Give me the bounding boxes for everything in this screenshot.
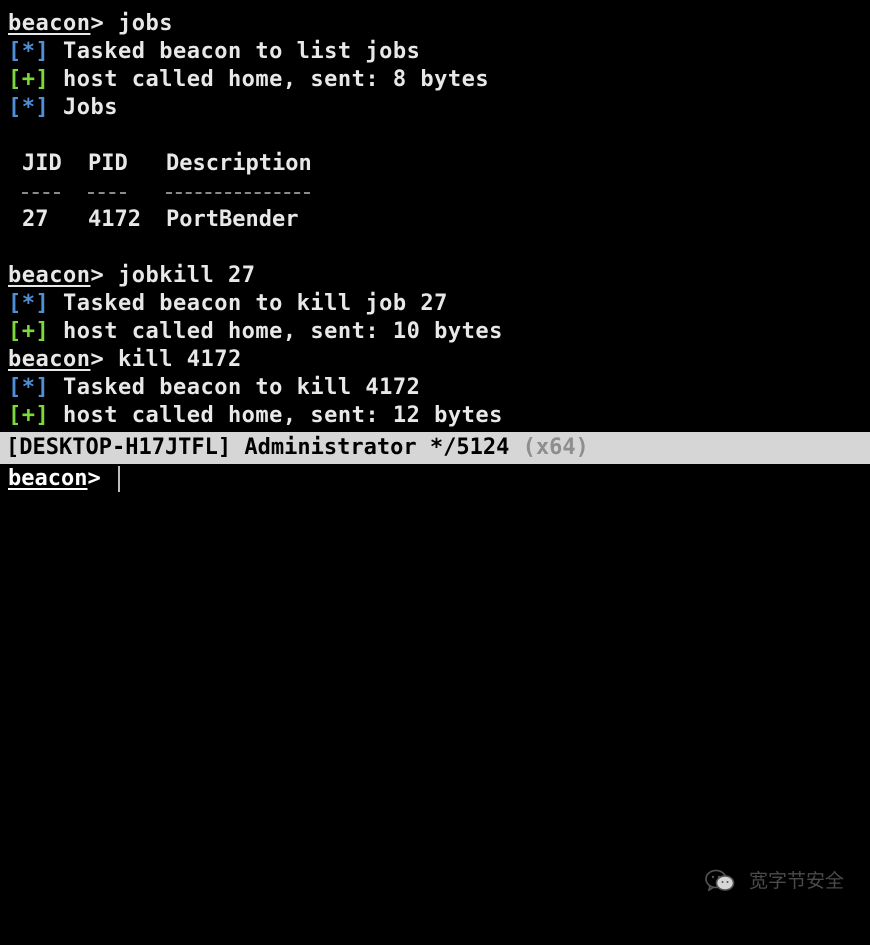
table-cell-jid: 27 bbox=[22, 207, 49, 232]
watermark: 宽字节安全 bbox=[704, 868, 844, 894]
info-tag: [*] bbox=[8, 291, 50, 316]
prompt-suffix: > bbox=[90, 11, 105, 36]
output-line: [*] Tasked beacon to kill job 27 bbox=[8, 290, 448, 318]
table-header-jid: JID bbox=[22, 151, 62, 176]
output-line: [+] host called home, sent: 8 bytes bbox=[8, 66, 489, 94]
command-line: beacon> kill 4172 bbox=[8, 346, 242, 374]
info-tag: [*] bbox=[8, 39, 50, 64]
table-header-description: Description bbox=[166, 151, 312, 176]
status-bar: [DESKTOP-H17JTFL] Administrator */5124 (… bbox=[0, 432, 870, 892]
command-input-bar: beacon> bbox=[0, 464, 870, 494]
output-line: [+] host called home, sent: 10 bytes bbox=[8, 318, 503, 346]
table-divider bbox=[166, 192, 310, 194]
wechat-icon bbox=[704, 817, 741, 945]
info-tag: [*] bbox=[8, 95, 50, 120]
prompt-suffix: > bbox=[90, 347, 105, 372]
watermark-text: 宽字节安全 bbox=[748, 870, 844, 892]
prompt-suffix: > bbox=[90, 263, 105, 288]
info-tag: [*] bbox=[8, 375, 50, 400]
table-cell-pid: 4172 bbox=[88, 207, 141, 232]
output-text: host called home, sent: 8 bytes bbox=[63, 67, 490, 92]
output-text: Tasked beacon to kill job 27 bbox=[63, 291, 448, 316]
session-status: [DESKTOP-H17JTFL] Administrator */5124 (… bbox=[6, 432, 589, 464]
output-line: [+] host called home, sent: 12 bytes bbox=[8, 402, 503, 430]
success-tag: [+] bbox=[8, 403, 50, 428]
output-line: [*] Tasked beacon to list jobs bbox=[8, 38, 420, 66]
prompt-label: beacon bbox=[8, 263, 91, 288]
output-line: [*] Tasked beacon to kill 4172 bbox=[8, 374, 420, 402]
status-arch: (x64) bbox=[522, 435, 589, 460]
success-tag: [+] bbox=[8, 67, 50, 92]
input-prompt: beacon> bbox=[8, 464, 101, 494]
output-line: [*] Jobs bbox=[8, 94, 118, 122]
table-cell-description: PortBender bbox=[166, 207, 299, 232]
prompt-suffix: > bbox=[87, 466, 101, 491]
command-line: beacon> jobs bbox=[8, 10, 173, 38]
output-text: Jobs bbox=[63, 95, 118, 120]
prompt-label: beacon bbox=[8, 347, 91, 372]
table-divider bbox=[22, 192, 60, 194]
success-tag: [+] bbox=[8, 319, 50, 344]
terminal-output: beacon> jobs [*] Tasked beacon to list j… bbox=[0, 0, 870, 432]
command-text: jobs bbox=[117, 11, 173, 36]
prompt-label: beacon bbox=[8, 11, 91, 36]
status-host: [DESKTOP-H17JTFL] bbox=[6, 435, 232, 460]
command-text: kill 4172 bbox=[117, 347, 242, 372]
table-divider bbox=[88, 192, 126, 194]
command-text: jobkill 27 bbox=[117, 263, 256, 288]
status-user: Administrator */5124 bbox=[244, 435, 510, 460]
output-text: host called home, sent: 12 bytes bbox=[63, 403, 503, 428]
output-text: Tasked beacon to list jobs bbox=[63, 39, 421, 64]
command-input[interactable] bbox=[118, 466, 870, 492]
output-text: Tasked beacon to kill 4172 bbox=[63, 375, 421, 400]
output-text: host called home, sent: 10 bytes bbox=[63, 319, 503, 344]
command-line: beacon> jobkill 27 bbox=[8, 262, 255, 290]
prompt-label: beacon bbox=[8, 466, 88, 491]
table-header-pid: PID bbox=[88, 151, 128, 176]
